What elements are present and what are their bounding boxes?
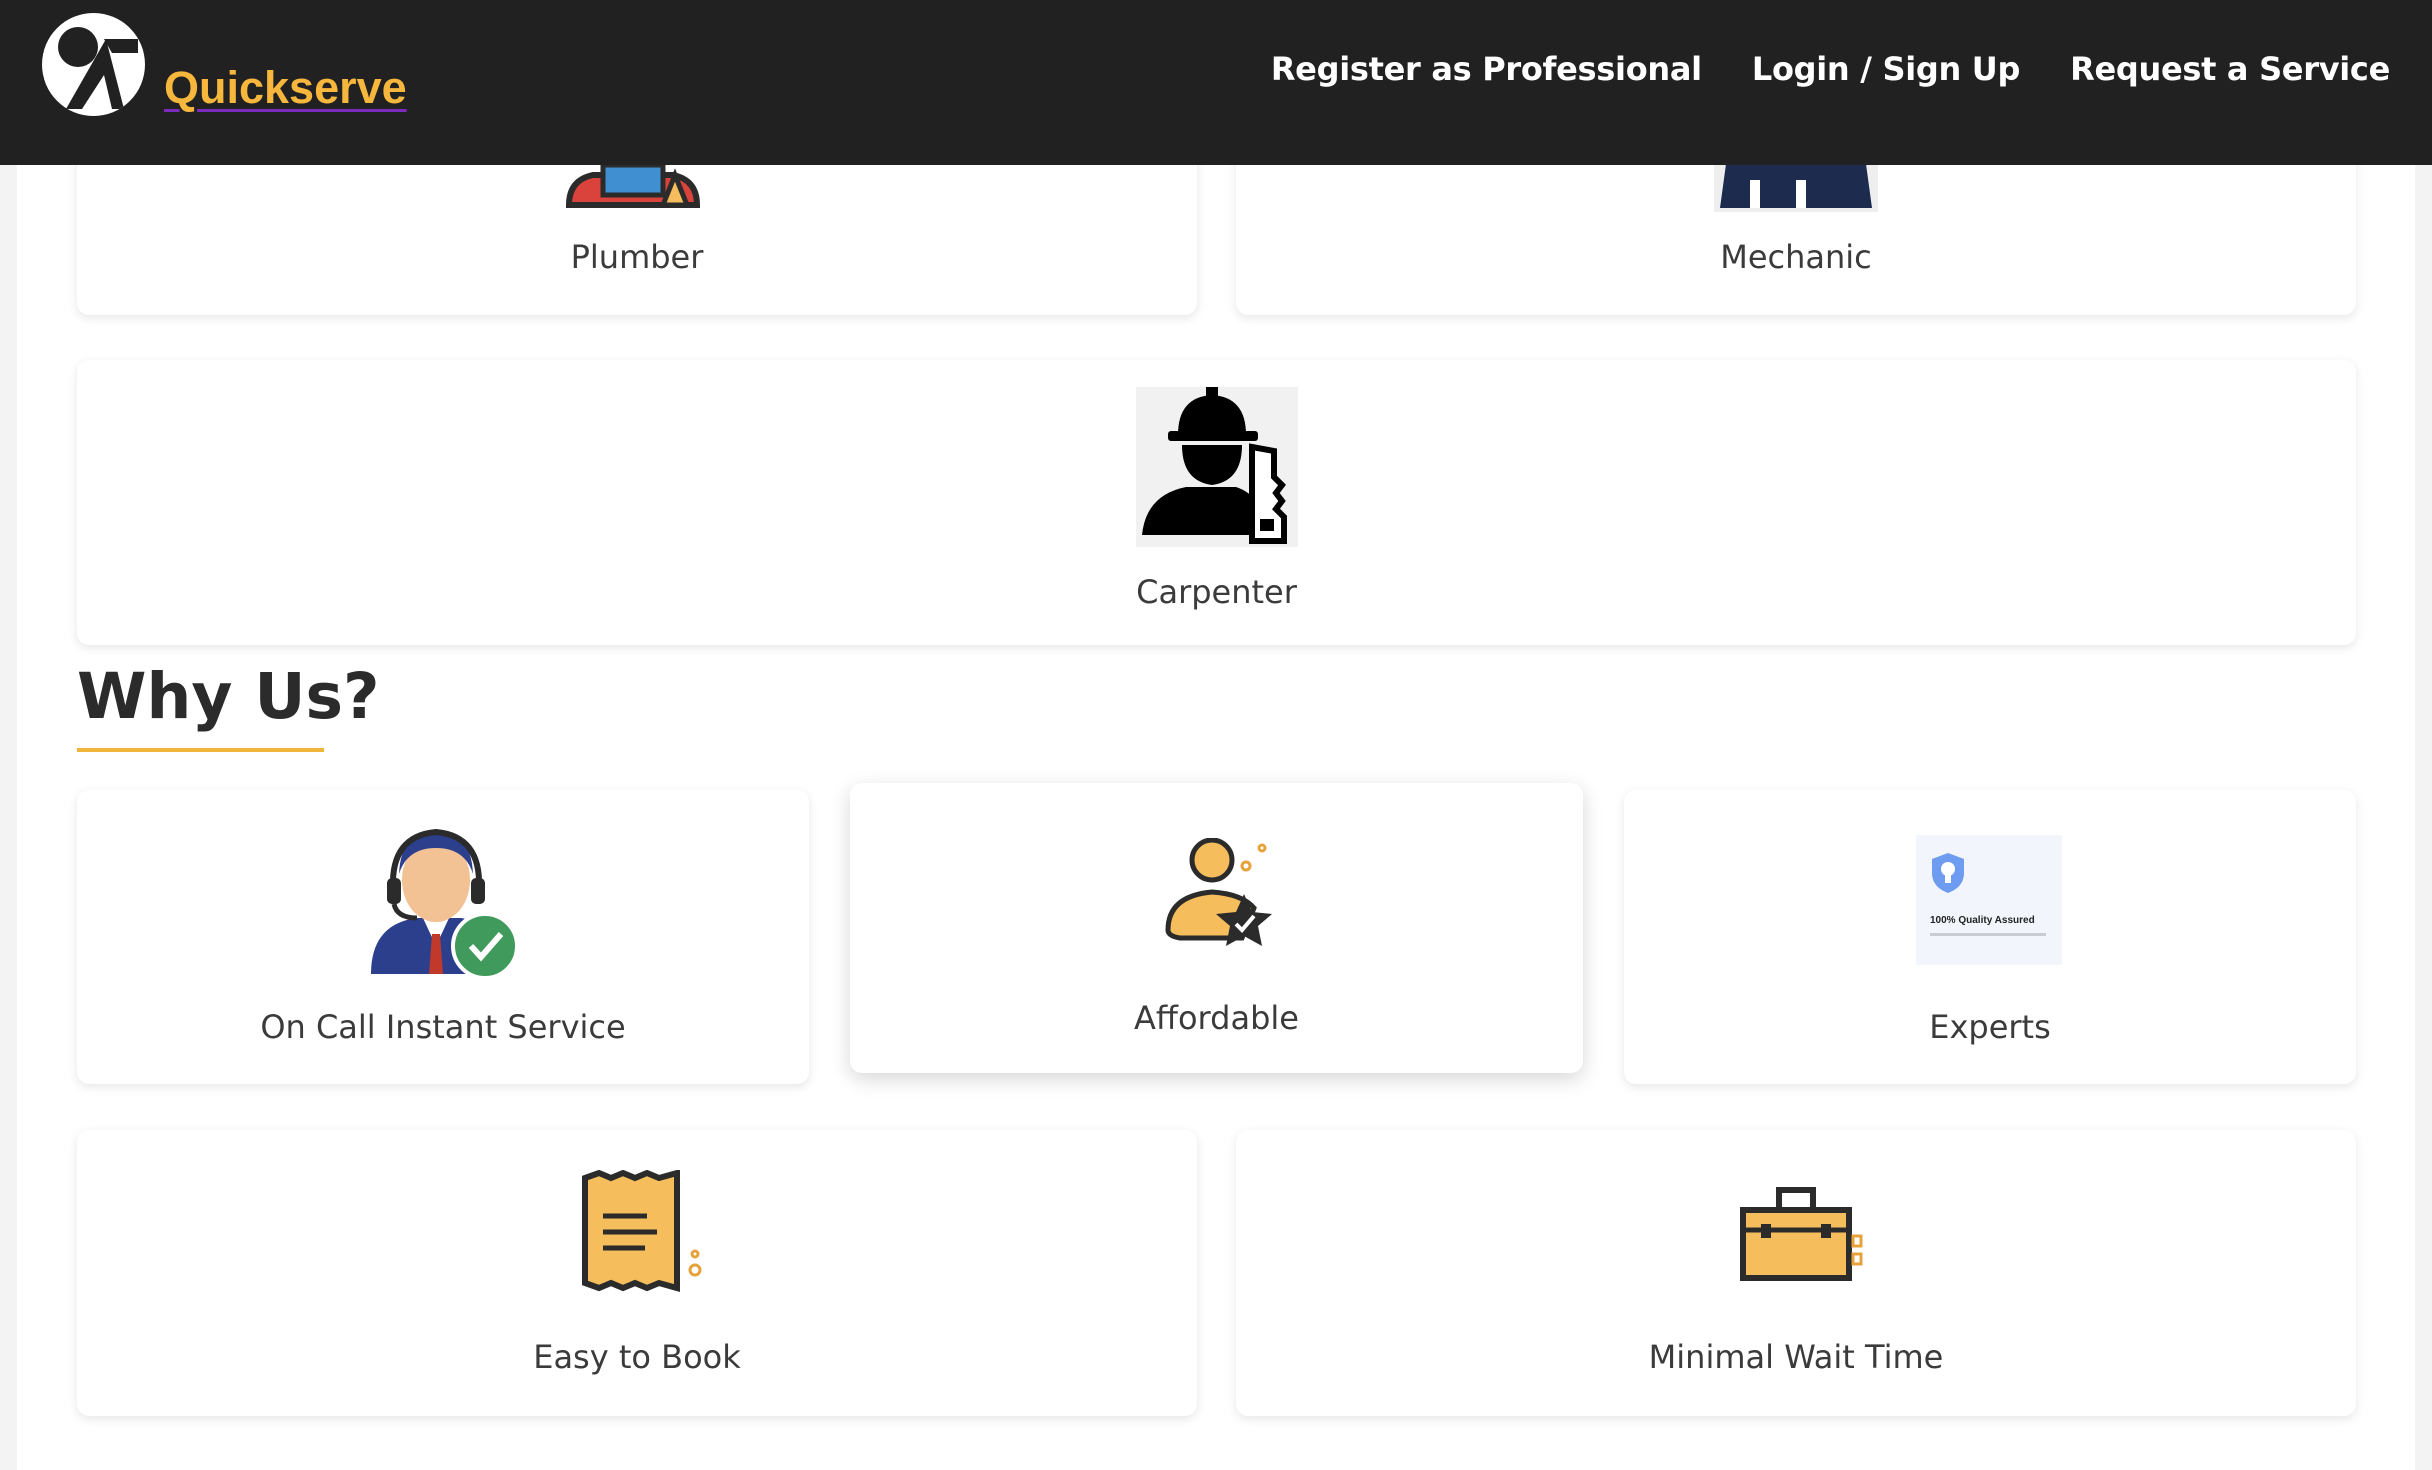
feature-label-easy-to-book: Easy to Book [533,1338,741,1376]
affordable-person-star-icon [1165,838,1272,946]
quality-assured-badge-image: 100% Quality Assured [1916,835,2062,965]
nav-links: Register as Professional Login / Sign Up… [1271,50,2390,88]
feature-label-affordable: Affordable [1134,999,1299,1037]
service-label-mechanic: Mechanic [1720,238,1872,276]
feature-card-affordable: Affordable [850,783,1583,1073]
quality-fine-print [1930,933,2046,936]
service-label-carpenter: Carpenter [1136,573,1297,611]
support-agent-icon [371,828,519,980]
nav-login-signup[interactable]: Login / Sign Up [1752,50,2021,88]
service-card-carpenter[interactable]: Carpenter [77,360,2356,645]
heading-underline [77,748,324,752]
carpenter-icon [1136,387,1298,547]
top-navbar: Quickserve Register as Professional Logi… [0,0,2432,165]
feature-card-minimal-wait: Minimal Wait Time [1236,1130,2356,1416]
brand-name[interactable]: Quickserve [164,62,407,114]
quality-assured-text: 100% Quality Assured [1930,915,2035,926]
nav-register-professional[interactable]: Register as Professional [1271,50,1702,88]
feature-card-experts: 100% Quality Assured Experts [1624,790,2356,1084]
feature-card-on-call: On Call Instant Service [77,790,809,1084]
logo-mark-icon [58,27,138,109]
feature-label-experts: Experts [1929,1008,2051,1046]
feature-card-easy-to-book: Easy to Book [77,1130,1197,1416]
toolbox-icon [1740,1187,1863,1281]
shield-icon [1932,853,1964,893]
why-us-heading: Why Us? [77,660,380,733]
nav-request-service[interactable]: Request a Service [2070,50,2390,88]
feature-label-on-call: On Call Instant Service [260,1008,626,1046]
brand-logo[interactable] [42,13,145,116]
receipt-icon [582,1170,702,1292]
service-label-plumber: Plumber [570,238,704,276]
feature-label-minimal-wait: Minimal Wait Time [1648,1338,1944,1376]
